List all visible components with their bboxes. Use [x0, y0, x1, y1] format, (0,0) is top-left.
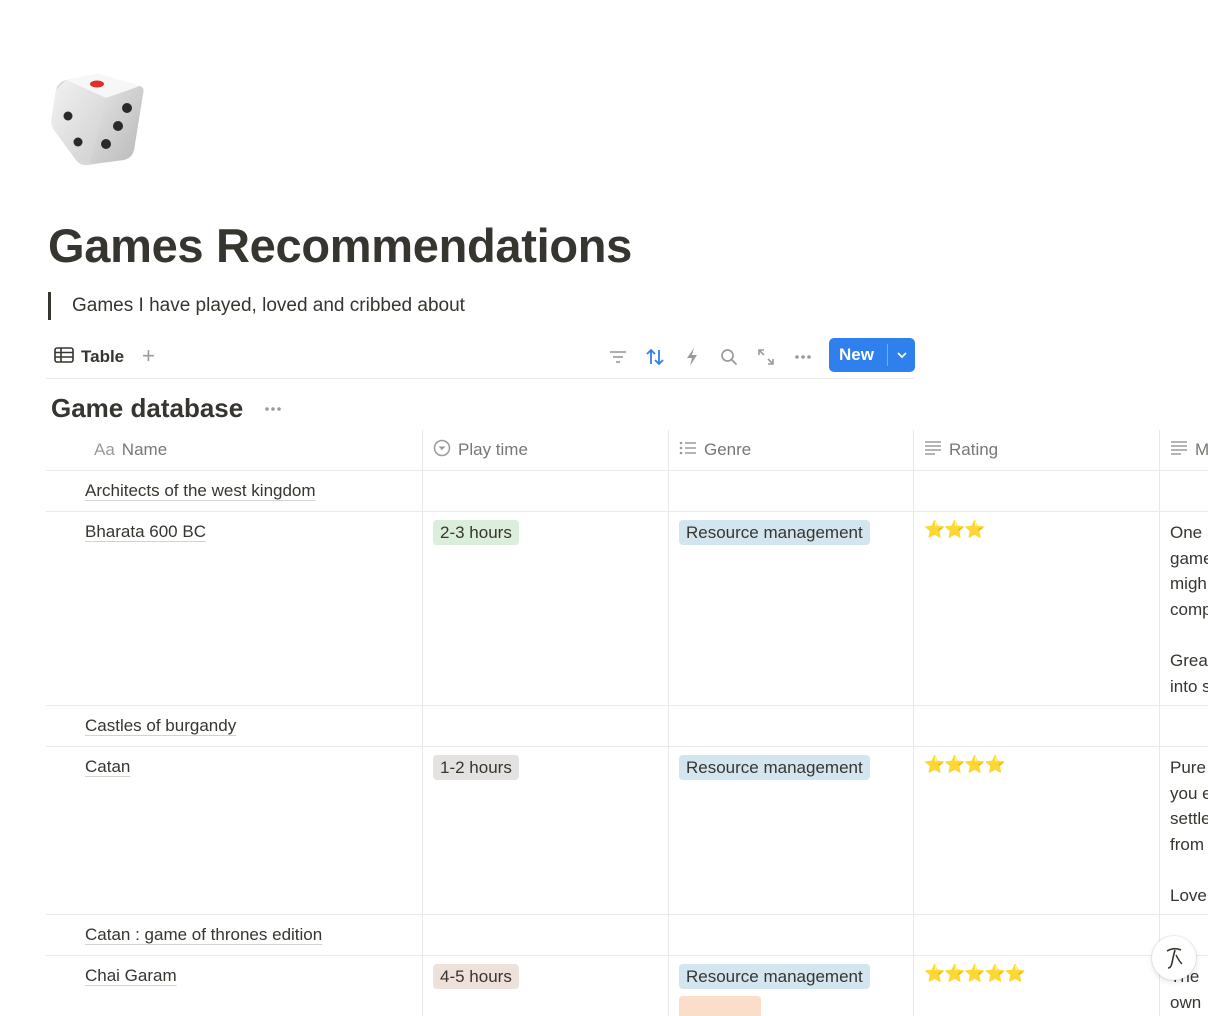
- database-title[interactable]: Game database: [51, 393, 243, 424]
- genre-cell[interactable]: [669, 471, 914, 511]
- genre-tag: Resource management: [679, 755, 870, 780]
- play-time-cell[interactable]: [423, 915, 669, 955]
- table-row[interactable]: Architects of the west kingdom: [46, 471, 1208, 512]
- row-name[interactable]: Architects of the west kingdom: [85, 481, 316, 501]
- play-time-cell[interactable]: 4-5 hours: [423, 956, 669, 1016]
- more-cell[interactable]: Pure you e settle from Love: [1160, 747, 1208, 914]
- automation-icon[interactable]: [680, 345, 704, 369]
- play-time-tag: 4-5 hours: [433, 964, 519, 989]
- text-icon: [924, 440, 942, 461]
- genre-tag: Resource management: [679, 964, 870, 989]
- new-button[interactable]: New: [829, 338, 915, 372]
- column-header-label: Name: [121, 440, 168, 459]
- play-time-cell[interactable]: 2-3 hours: [423, 512, 669, 705]
- expand-icon[interactable]: [754, 345, 778, 369]
- play-time-cell[interactable]: 1-2 hours: [423, 747, 669, 914]
- genre-tag: [679, 996, 761, 1016]
- page-title[interactable]: Games Recommendations: [48, 218, 632, 273]
- rating-cell[interactable]: [914, 915, 1160, 955]
- dice-icon[interactable]: [48, 68, 148, 168]
- column-header-label: M: [1195, 440, 1208, 459]
- database-more-icon[interactable]: [262, 398, 284, 420]
- add-view-button[interactable]: +: [142, 343, 155, 369]
- more-cell[interactable]: [1160, 471, 1208, 511]
- play-time-cell[interactable]: [423, 471, 669, 511]
- genre-cell[interactable]: Resource management: [669, 747, 914, 914]
- rating-cell[interactable]: ⭐⭐⭐: [914, 512, 1160, 705]
- search-icon[interactable]: [717, 345, 741, 369]
- row-name[interactable]: Castles of burgandy: [85, 716, 236, 736]
- chevron-down-icon[interactable]: [891, 338, 913, 372]
- rating-stars: ⭐⭐⭐: [924, 520, 986, 539]
- page-description-quote[interactable]: Games I have played, loved and cribbed a…: [48, 292, 465, 320]
- more-icon[interactable]: [791, 345, 815, 369]
- table-row[interactable]: Chai Garam 4-5 hours Resource management…: [46, 956, 1208, 1016]
- rating-cell[interactable]: ⭐⭐⭐⭐⭐: [914, 956, 1160, 1016]
- rating-stars: ⭐⭐⭐⭐⭐: [924, 964, 1026, 983]
- genre-cell[interactable]: [669, 915, 914, 955]
- column-header-label: Genre: [704, 440, 752, 459]
- genre-cell[interactable]: Resource management: [669, 512, 914, 705]
- view-tab-label: Table: [81, 347, 125, 366]
- title-property-icon: Aa: [94, 440, 115, 459]
- more-text: Pure you e settle from Love: [1170, 758, 1208, 905]
- sort-icon[interactable]: [643, 345, 667, 369]
- column-header-label: Rating: [949, 440, 999, 459]
- row-name[interactable]: Catan: [85, 757, 130, 777]
- rating-stars: ⭐⭐⭐⭐: [924, 755, 1006, 774]
- list-icon: [679, 440, 697, 461]
- new-button-divider: [887, 344, 888, 366]
- play-time-cell[interactable]: [423, 706, 669, 746]
- row-name[interactable]: Catan : game of thrones edition: [85, 925, 322, 945]
- play-time-tag: 1-2 hours: [433, 755, 519, 780]
- column-header-more[interactable]: M: [1160, 430, 1208, 470]
- more-cell[interactable]: One game migh comp Grea into s: [1160, 512, 1208, 705]
- filter-icon[interactable]: [606, 345, 630, 369]
- table-row[interactable]: Catan 1-2 hours Resource management ⭐⭐⭐⭐…: [46, 747, 1208, 915]
- table-row[interactable]: Bharata 600 BC 2-3 hours Resource manage…: [46, 512, 1208, 706]
- column-header-genre[interactable]: Genre: [669, 430, 914, 470]
- new-button-label: New: [839, 345, 874, 364]
- text-icon: [1170, 440, 1188, 461]
- rating-cell[interactable]: ⭐⭐⭐⭐: [914, 747, 1160, 914]
- select-icon: [433, 439, 451, 462]
- help-icon[interactable]: [1152, 936, 1196, 980]
- table-icon: [54, 346, 74, 368]
- genre-cell[interactable]: Resource management: [669, 956, 914, 1016]
- more-cell[interactable]: [1160, 706, 1208, 746]
- play-time-tag: 2-3 hours: [433, 520, 519, 545]
- genre-tag: Resource management: [679, 520, 870, 545]
- genre-cell[interactable]: [669, 706, 914, 746]
- table-row[interactable]: Castles of burgandy: [46, 706, 1208, 747]
- table-row[interactable]: Catan : game of thrones edition: [46, 915, 1208, 956]
- row-name[interactable]: Chai Garam: [85, 966, 177, 986]
- view-tab-table[interactable]: Table: [54, 344, 124, 370]
- rating-cell[interactable]: [914, 706, 1160, 746]
- table-header-row: Aa Name Play time Genre Rating M: [46, 430, 1208, 471]
- view-toolbar: Table + New: [46, 336, 915, 379]
- more-text: One game migh comp Grea into s: [1170, 523, 1208, 696]
- column-header-label: Play time: [458, 440, 528, 459]
- column-header-play-time[interactable]: Play time: [423, 430, 669, 470]
- column-header-name[interactable]: Aa Name: [46, 430, 423, 470]
- rating-cell[interactable]: [914, 471, 1160, 511]
- row-name[interactable]: Bharata 600 BC: [85, 522, 206, 542]
- database-table: Aa Name Play time Genre Rating M Archite…: [46, 430, 1208, 1016]
- column-header-rating[interactable]: Rating: [914, 430, 1160, 470]
